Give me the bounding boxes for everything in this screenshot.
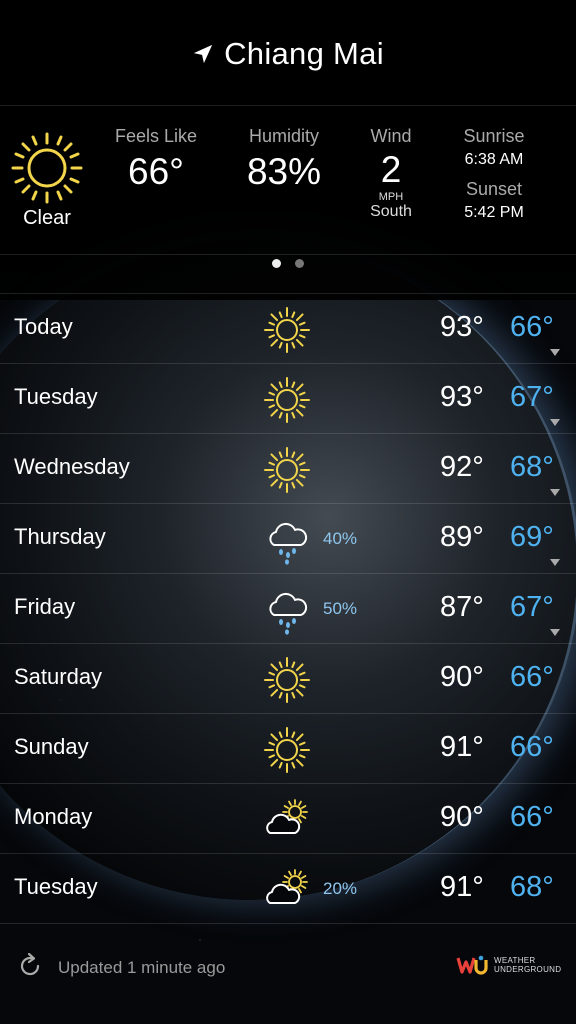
forecast-day: Today bbox=[14, 314, 73, 339]
high-temp: 92° bbox=[440, 451, 484, 483]
forecast-day: Saturday bbox=[14, 664, 103, 689]
high-temp: 93° bbox=[440, 311, 484, 343]
current-conditions-panel[interactable]: Clear Feels Like 66° Humidity 83% Wind 2… bbox=[0, 105, 576, 255]
rain-cloud-icon bbox=[262, 585, 312, 635]
partly-cloudy-icon bbox=[262, 865, 312, 915]
current-condition: Clear bbox=[10, 131, 84, 230]
wind-stat: Wind 2 MPH South bbox=[358, 126, 424, 221]
sun-icon bbox=[262, 655, 312, 705]
condition-label: Clear bbox=[23, 207, 71, 229]
page-dot-2[interactable] bbox=[295, 259, 304, 268]
forecast-row[interactable]: Today 93° 66° bbox=[0, 294, 576, 364]
forecast-day: Thursday bbox=[14, 524, 106, 549]
forecast-row[interactable]: Friday 50% 87° 67° bbox=[0, 574, 576, 644]
forecast-day: Monday bbox=[14, 804, 93, 829]
forecast-row[interactable]: Sunday 91° 66° bbox=[0, 714, 576, 784]
precip-chance: 50% bbox=[323, 599, 358, 618]
high-temp: 90° bbox=[440, 801, 484, 833]
low-temp: 66° bbox=[510, 801, 554, 833]
low-temp: 67° bbox=[510, 591, 554, 623]
wind-label: Wind bbox=[370, 126, 412, 146]
page-dot-1[interactable] bbox=[272, 259, 281, 268]
footer: Updated 1 minute ago WEATHER UNDERGROUND bbox=[0, 940, 576, 1000]
forecast-day: Tuesday bbox=[14, 874, 98, 899]
location-name: Chiang Mai bbox=[224, 36, 384, 71]
forecast-day: Sunday bbox=[14, 734, 89, 759]
low-temp: 68° bbox=[510, 451, 554, 483]
sun-icon bbox=[262, 445, 312, 495]
high-temp: 91° bbox=[440, 871, 484, 903]
forecast-day: Friday bbox=[14, 594, 76, 619]
forecast-row[interactable]: Tuesday 20% 91° 68° bbox=[0, 854, 576, 924]
location-arrow-icon bbox=[193, 44, 213, 64]
sunrise-time: 6:38 AM bbox=[464, 151, 524, 168]
forecast-day: Wednesday bbox=[14, 454, 130, 479]
forecast-row[interactable]: Wednesday 92° 68° bbox=[0, 434, 576, 504]
wu-brand-line2: UNDERGROUND bbox=[494, 965, 562, 974]
humidity-label: Humidity bbox=[248, 126, 319, 146]
feels-like-value: 66° bbox=[128, 151, 184, 192]
wu-brand-line1: WEATHER bbox=[494, 956, 536, 965]
forecast-row[interactable]: Tuesday 93° 67° bbox=[0, 364, 576, 434]
sun-icon bbox=[262, 375, 312, 425]
precip-chance: 40% bbox=[323, 529, 358, 548]
daily-forecast-list: Today 93° 66° Tuesday 93° 67° Wednesday … bbox=[0, 293, 576, 924]
low-temp: 69° bbox=[510, 521, 554, 553]
humidity-stat: Humidity 83% bbox=[235, 126, 333, 193]
sunrise-label: Sunrise bbox=[463, 126, 525, 146]
forecast-row[interactable]: Monday 90° 66° bbox=[0, 784, 576, 854]
sun-icon bbox=[11, 132, 83, 204]
low-temp: 67° bbox=[510, 381, 554, 413]
low-temp: 66° bbox=[510, 731, 554, 763]
high-temp: 91° bbox=[440, 731, 484, 763]
high-temp: 87° bbox=[440, 591, 484, 623]
low-temp: 66° bbox=[510, 311, 554, 343]
wind-value: 2 bbox=[380, 149, 402, 190]
forecast-day: Tuesday bbox=[14, 384, 98, 409]
expand-caret-icon[interactable] bbox=[550, 419, 560, 426]
high-temp: 93° bbox=[440, 381, 484, 413]
page-indicator[interactable] bbox=[0, 259, 576, 268]
wind-unit: MPH bbox=[378, 191, 404, 203]
wind-direction: South bbox=[370, 203, 412, 220]
partly-cloudy-icon bbox=[262, 795, 312, 845]
high-temp: 90° bbox=[440, 661, 484, 693]
forecast-row[interactable]: Saturday 90° 66° bbox=[0, 644, 576, 714]
sunset-time: 5:42 PM bbox=[464, 204, 524, 221]
low-temp: 66° bbox=[510, 661, 554, 693]
sun-icon bbox=[262, 305, 312, 355]
weather-underground-logo[interactable]: WEATHER UNDERGROUND bbox=[456, 954, 561, 976]
sun-icon bbox=[262, 725, 312, 775]
sun-times: Sunrise 6:38 AM Sunset 5:42 PM bbox=[454, 126, 534, 232]
forecast-row[interactable]: Thursday 40% 89° 69° bbox=[0, 504, 576, 574]
wu-logo-icon bbox=[456, 955, 488, 975]
precip-chance: 20% bbox=[323, 879, 358, 898]
updated-status: Updated 1 minute ago bbox=[58, 958, 226, 977]
sunset-label: Sunset bbox=[465, 179, 523, 199]
low-temp: 68° bbox=[510, 871, 554, 903]
rain-cloud-icon bbox=[262, 515, 312, 565]
feels-like-label: Feels Like bbox=[114, 126, 198, 146]
location-header[interactable]: Chiang Mai bbox=[0, 34, 576, 74]
humidity-value: 83% bbox=[246, 151, 322, 192]
feels-like-stat: Feels Like 66° bbox=[108, 126, 204, 193]
high-temp: 89° bbox=[440, 521, 484, 553]
refresh-icon[interactable] bbox=[16, 952, 44, 980]
expand-caret-icon[interactable] bbox=[550, 629, 560, 636]
expand-caret-icon[interactable] bbox=[550, 349, 560, 356]
expand-caret-icon[interactable] bbox=[550, 559, 560, 566]
expand-caret-icon[interactable] bbox=[550, 489, 560, 496]
